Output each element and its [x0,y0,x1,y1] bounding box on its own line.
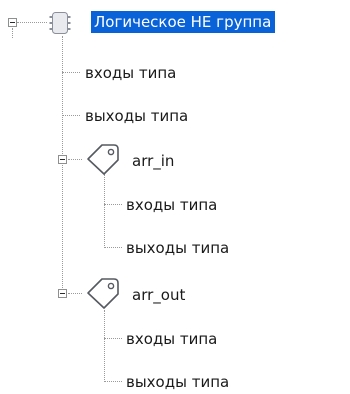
tree-connector [104,247,122,248]
collapse-root-toggle[interactable] [8,18,17,27]
collapse-arr-in-toggle[interactable] [58,155,67,164]
tree-connector [104,381,122,382]
tree-node-arr-out-inputs[interactable]: входы типа [126,328,217,350]
tree-node-inputs[interactable]: входы типа [85,62,176,84]
chip-icon [49,12,71,34]
collapse-arr-out-toggle[interactable] [58,289,67,298]
tree-node-root[interactable]: Логическое НЕ группа [91,11,276,33]
tag-icon [87,278,119,309]
tree-node-arr-out[interactable]: arr_out [132,284,185,306]
tree-connector [104,310,105,382]
tree-node-outputs[interactable]: выходы типа [85,105,188,127]
tree-view: Логическое НЕ группа входы типа выходы т… [0,0,350,394]
tree-connector [17,22,47,23]
tree-connector [62,115,80,116]
tree-connector [68,159,82,160]
tree-connector [104,338,122,339]
tree-connector [104,204,122,205]
tree-node-arr-in[interactable]: arr_in [132,150,174,172]
tree-connector [62,72,80,73]
tree-connector [68,293,82,294]
tag-icon [87,144,119,175]
tree-connector [104,174,105,248]
tree-connector [12,28,13,38]
tree-node-arr-in-inputs[interactable]: входы типа [126,194,217,216]
tree-node-arr-out-outputs[interactable]: выходы типа [126,371,229,393]
tree-node-arr-in-outputs[interactable]: выходы типа [126,237,229,259]
